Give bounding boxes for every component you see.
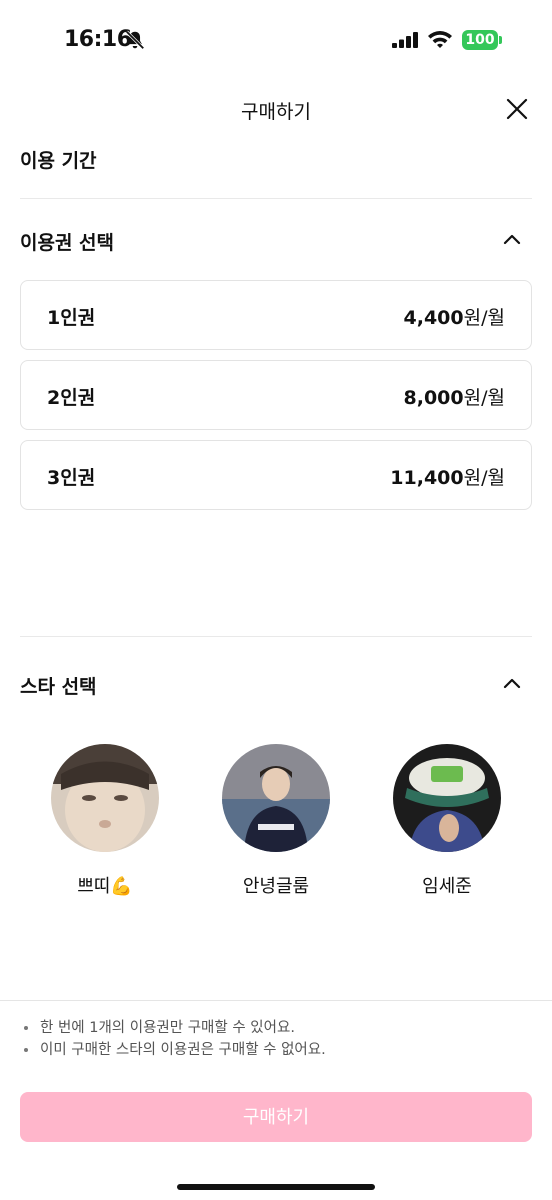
divider — [20, 636, 532, 637]
close-icon[interactable] — [502, 94, 532, 124]
plan-price-unit: 원/월 — [463, 307, 505, 329]
star-section-title: 스타 선택 — [20, 676, 97, 698]
notice-divider — [0, 1000, 552, 1001]
plan-price-amount: 11,400 — [390, 467, 464, 489]
notice-item: 이미 구매한 스타의 이용권은 구매할 수 없어요. — [22, 1039, 326, 1061]
plan-option-2[interactable]: 2인권 8,000원/월 — [20, 360, 532, 430]
battery-indicator: 100 — [462, 30, 498, 50]
plan-price-amount: 8,000 — [403, 387, 464, 409]
star-option-2[interactable]: 안녕글룸 — [211, 744, 341, 898]
notice-item: 한 번에 1개의 이용권만 구매할 수 있어요. — [22, 1017, 326, 1039]
plan-option-1[interactable]: 1인권 4,400원/월 — [20, 280, 532, 350]
plan-name: 1인권 — [47, 307, 96, 329]
wifi-icon — [428, 31, 452, 48]
star-name: 임세준 — [422, 876, 472, 897]
plan-price-unit: 원/월 — [463, 387, 505, 409]
divider — [20, 198, 532, 199]
page-title: 구매하기 — [241, 101, 311, 123]
chevron-up-icon[interactable] — [500, 228, 524, 252]
plan-name: 2인권 — [47, 387, 96, 409]
modal-header: 구매하기 — [0, 80, 552, 138]
star-name: 안녕글룸 — [242, 876, 310, 897]
signal-icon — [392, 32, 418, 48]
usage-period-label[interactable]: 이용 기간 — [20, 146, 97, 173]
status-bar: 16:16 100 — [0, 0, 552, 80]
plan-price: 11,400원/월 — [390, 463, 505, 490]
star-avatar — [51, 744, 159, 852]
home-indicator — [177, 1184, 375, 1190]
ticket-section-title: 이용권 선택 — [20, 232, 115, 254]
plan-price: 8,000원/월 — [404, 383, 505, 410]
plan-name: 3인권 — [47, 467, 96, 489]
star-avatar — [393, 744, 501, 852]
bell-slash-icon — [125, 30, 145, 50]
plan-option-3[interactable]: 3인권 11,400원/월 — [20, 440, 532, 510]
buy-button[interactable]: 구매하기 — [20, 1092, 532, 1142]
status-time: 16:16 — [64, 27, 132, 52]
star-avatar — [222, 744, 330, 852]
star-option-1[interactable]: 쁘띠💪 — [40, 744, 170, 898]
star-option-3[interactable]: 임세준 — [382, 744, 512, 898]
notice-list: 한 번에 1개의 이용권만 구매할 수 있어요. 이미 구매한 스타의 이용권은… — [22, 1017, 326, 1061]
plan-price: 4,400원/월 — [404, 303, 505, 330]
plan-price-unit: 원/월 — [463, 467, 505, 489]
battery-tip — [499, 36, 502, 44]
chevron-up-icon[interactable] — [500, 672, 524, 696]
star-name: 쁘띠💪 — [77, 876, 133, 897]
plan-price-amount: 4,400 — [403, 307, 464, 329]
